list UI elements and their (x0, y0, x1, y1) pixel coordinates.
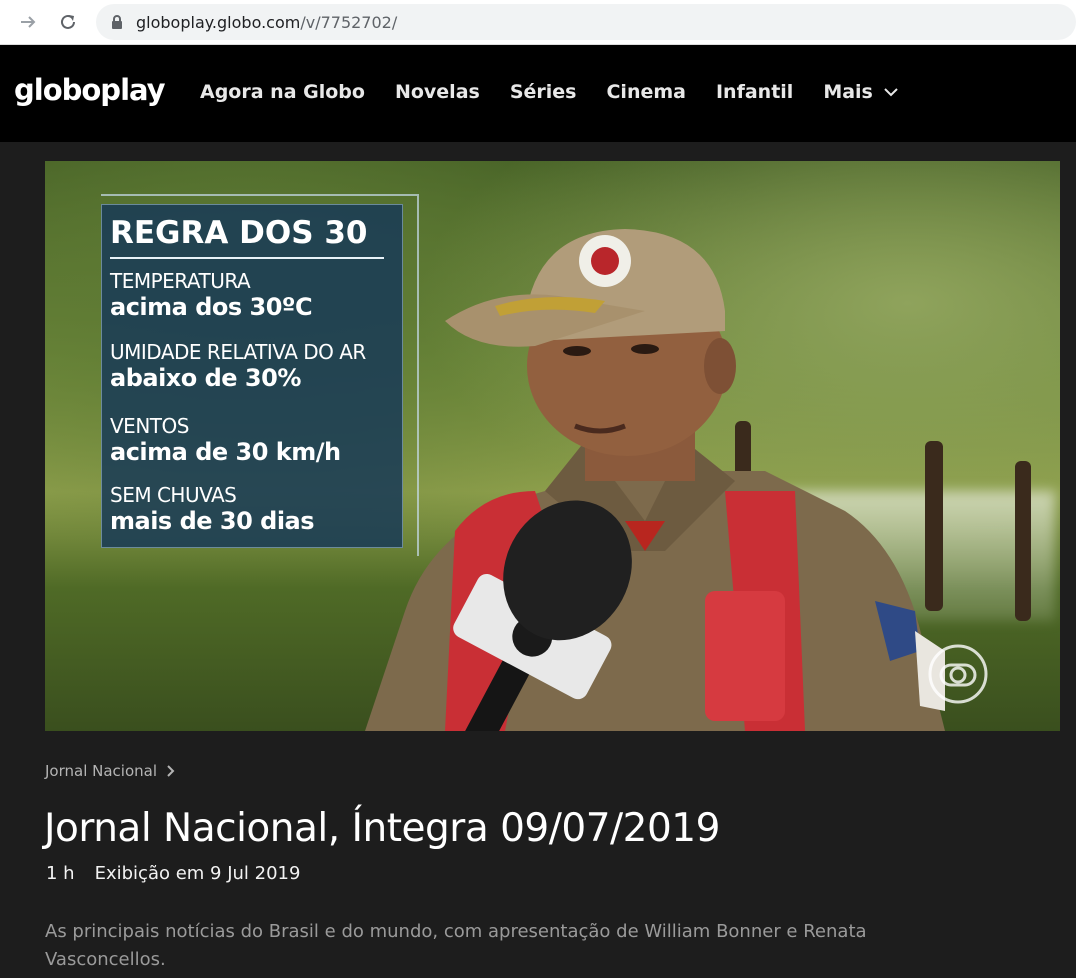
panel-item-label: VENTOS (110, 414, 189, 438)
menu-item-novelas[interactable]: Novelas (395, 81, 480, 103)
breadcrumb-program-link: Jornal Nacional (45, 762, 158, 780)
menu-item-infantil[interactable]: Infantil (716, 81, 793, 103)
panel-item-value: acima de 30 km/h (110, 438, 341, 466)
panel-item-label: SEM CHUVAS (110, 483, 237, 507)
panel-title: REGRA DOS 30 (110, 215, 368, 251)
program-description: As principais notícias do Brasil e do mu… (45, 921, 867, 970)
panel-item-value: mais de 30 dias (110, 507, 315, 535)
panel-item-temperature: TEMPERATURA acima dos 30ºC (110, 269, 313, 321)
chevron-down-icon (884, 88, 898, 97)
panel-item-value: acima dos 30ºC (110, 293, 313, 321)
panel-item-label: UMIDADE RELATIVA DO AR (110, 340, 366, 364)
duration: 1 h (46, 863, 75, 884)
menu-item-mais[interactable]: Mais (823, 81, 899, 103)
page-title: Jornal Nacional, Íntegra 09/07/2019 (44, 806, 720, 851)
site-header: globoplay Agora na Globo Novelas Séries … (0, 45, 1076, 142)
menu-item-agora-na-globo[interactable]: Agora na Globo (200, 81, 365, 103)
address-bar[interactable]: globoplay.globo.com/v/7752702/ (96, 4, 1076, 40)
panel-item-label: TEMPERATURA (110, 269, 251, 293)
main-menu: Agora na Globo Novelas Séries Cinema Inf… (200, 81, 929, 103)
forward-button[interactable] (14, 8, 42, 36)
forward-arrow-icon (21, 16, 36, 28)
program-meta: 1 h Exibição em 9 Jul 2019 (46, 863, 300, 884)
panel-item-no-rain: SEM CHUVAS mais de 30 dias (110, 483, 315, 535)
breadcrumb[interactable]: Jornal Nacional (45, 762, 175, 780)
video-player[interactable]: REGRA DOS 30 TEMPERATURA acima dos 30ºC … (45, 161, 1060, 731)
aired-date: Exibição em 9 Jul 2019 (94, 863, 301, 884)
globo-watermark-icon (928, 644, 988, 704)
reload-button[interactable] (54, 8, 82, 36)
url-path: /v/7752702/ (300, 13, 398, 32)
menu-item-series[interactable]: Séries (510, 81, 577, 103)
globoplay-logo[interactable]: globoplay (14, 73, 166, 107)
reload-icon (61, 14, 75, 29)
url-text: globoplay.globo.com/v/7752702/ (136, 13, 397, 32)
chevron-right-icon (167, 765, 175, 777)
panel-divider (110, 257, 384, 259)
menu-item-mais-label: Mais (823, 81, 873, 103)
panel-item-winds: VENTOS acima de 30 km/h (110, 414, 341, 466)
panel-item-humidity: UMIDADE RELATIVA DO AR abaixo de 30% (110, 340, 366, 392)
lock-icon (112, 15, 122, 29)
menu-item-cinema[interactable]: Cinema (606, 81, 686, 103)
browser-toolbar: globoplay.globo.com/v/7752702/ (0, 0, 1076, 45)
url-domain: globoplay.globo.com (136, 13, 301, 32)
panel-item-value: abaixo de 30% (110, 364, 301, 392)
